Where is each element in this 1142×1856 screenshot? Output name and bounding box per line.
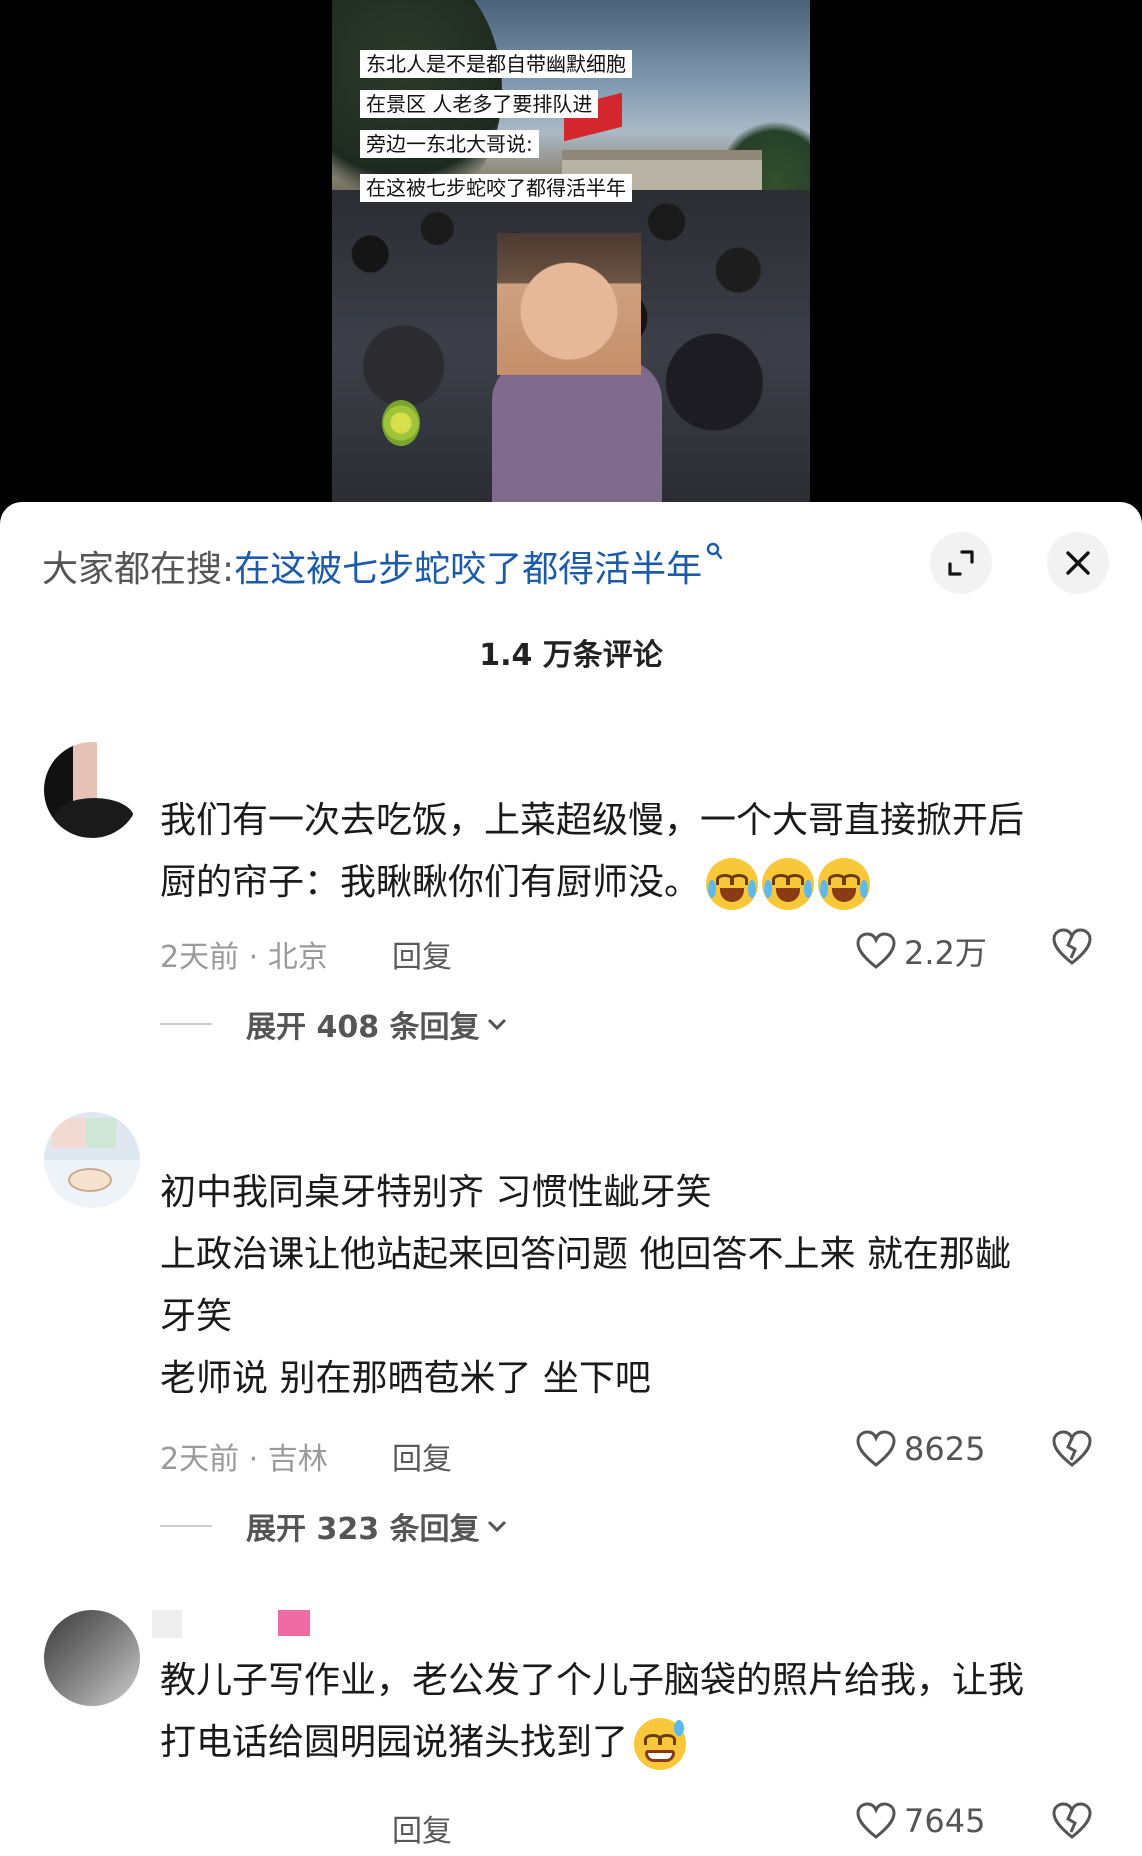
expand-icon[interactable] xyxy=(930,532,992,594)
comment-line: 我们有一次去吃饭，上菜超级慢，一个大哥直接掀开后 xyxy=(160,800,1025,841)
crying-laughing-emoji xyxy=(762,858,815,910)
video-caption-3: 旁边一东北大哥说: xyxy=(360,130,539,158)
comment-meta: 2天前 · 吉林 xyxy=(160,1442,328,1477)
username-badge xyxy=(278,1610,310,1636)
video-caption-1: 东北人是不是都自带幽默细胞 xyxy=(360,50,632,78)
heart-icon xyxy=(856,932,896,969)
video-caption-4: 在这被七步蛇咬了都得活半年 xyxy=(360,174,632,202)
reply-button[interactable]: 回复 xyxy=(392,932,452,976)
close-icon[interactable] xyxy=(1047,532,1109,594)
heart-icon xyxy=(856,1430,896,1467)
comment-line: 牙笑 xyxy=(160,1296,233,1337)
dislike-button[interactable] xyxy=(1052,1430,1092,1472)
like-button[interactable]: 8625 xyxy=(856,1430,985,1468)
trending-search-query[interactable]: 在这被七步蛇咬了都得活半年 xyxy=(234,540,702,592)
video-frame[interactable]: 东北人是不是都自带幽默细胞 在景区 人老多了要排队进 旁边一东北大哥说: 在这被… xyxy=(332,0,810,510)
crying-laughing-emoji xyxy=(818,858,871,910)
like-count: 2.2万 xyxy=(904,934,987,972)
avatar[interactable] xyxy=(44,1610,140,1706)
comment-line: 教儿子写作业，老公发了个儿子脑袋的照片给我，让我 xyxy=(160,1660,1025,1701)
chevron-down-icon xyxy=(487,1018,506,1031)
like-button[interactable]: 7645 xyxy=(856,1802,985,1840)
reply-button[interactable]: 回复 xyxy=(392,1434,452,1478)
like-button[interactable]: 2.2万 xyxy=(856,928,987,974)
dislike-button[interactable] xyxy=(1052,928,1092,970)
expand-replies-button[interactable]: 展开 408 条回复 xyxy=(160,1002,508,1046)
trending-search[interactable]: 大家都在搜: 在这被七步蛇咬了都得活半年 xyxy=(42,542,724,590)
comment-line: 厨的帘子：我瞅瞅你们有厨师没。 xyxy=(160,852,1100,914)
like-count: 8625 xyxy=(904,1430,986,1468)
broken-heart-icon xyxy=(1052,1430,1092,1467)
avatar[interactable] xyxy=(44,742,140,838)
search-icon[interactable] xyxy=(706,542,724,567)
divider xyxy=(160,1023,212,1025)
heart-icon xyxy=(856,1802,896,1839)
avatar[interactable] xyxy=(44,1112,140,1208)
broken-heart-icon xyxy=(1052,928,1092,965)
comment-line: 老师说 别在那晒苞米了 坐下吧 xyxy=(160,1358,651,1399)
video-player[interactable]: 东北人是不是都自带幽默细胞 在景区 人老多了要排队进 旁边一东北大哥说: 在这被… xyxy=(0,0,1142,510)
comment-line: 初中我同桌牙特别齐 习惯性龇牙笑 xyxy=(160,1172,712,1213)
like-count: 7645 xyxy=(904,1802,986,1840)
comments-sheet: 大家都在搜: 在这被七步蛇咬了都得活半年 1.4 万条评论 我们有一次去吃饭，上… xyxy=(0,502,1142,1856)
grimacing-sweat-emoji xyxy=(634,1718,687,1770)
divider xyxy=(160,1525,212,1527)
crying-laughing-emoji xyxy=(706,858,759,910)
comment-count: 1.4 万条评论 xyxy=(479,638,663,673)
comment-line-text: 打电话给圆明园说猪头找到了 xyxy=(160,1722,629,1763)
trending-search-prefix: 大家都在搜: xyxy=(42,549,235,590)
expand-replies-label: 展开 323 条回复 xyxy=(246,1512,480,1547)
face-sticker xyxy=(497,233,641,375)
comment-text: 初中我同桌牙特别齐 习惯性龇牙笑 上政治课让他站起来回答问题 他回答不上来 就在… xyxy=(160,1162,1100,1410)
comment-line: 上政治课让他站起来回答问题 他回答不上来 就在那龇 xyxy=(160,1234,1011,1275)
person-purple-shirt xyxy=(492,360,662,510)
dislike-button[interactable] xyxy=(1052,1802,1092,1844)
expand-replies-label: 展开 408 条回复 xyxy=(246,1010,480,1045)
handheld-fan xyxy=(382,400,420,446)
expand-replies-button[interactable]: 展开 323 条回复 xyxy=(160,1504,508,1548)
comment-text: 我们有一次去吃饭，上菜超级慢，一个大哥直接掀开后 厨的帘子：我瞅瞅你们有厨师没。 xyxy=(160,790,1100,914)
username-blur xyxy=(152,1610,182,1638)
comment-meta: 2天前 · 北京 xyxy=(160,940,328,975)
comment-text: 教儿子写作业，老公发了个儿子脑袋的照片给我，让我 打电话给圆明园说猪头找到了 xyxy=(160,1650,1100,1774)
video-caption-2: 在景区 人老多了要排队进 xyxy=(360,90,599,118)
broken-heart-icon xyxy=(1052,1802,1092,1839)
comment-line-text: 厨的帘子：我瞅瞅你们有厨师没。 xyxy=(160,862,701,903)
reply-button[interactable]: 回复 xyxy=(392,1806,452,1850)
chevron-down-icon xyxy=(487,1520,506,1533)
comment-line: 打电话给圆明园说猪头找到了 xyxy=(160,1712,1100,1774)
